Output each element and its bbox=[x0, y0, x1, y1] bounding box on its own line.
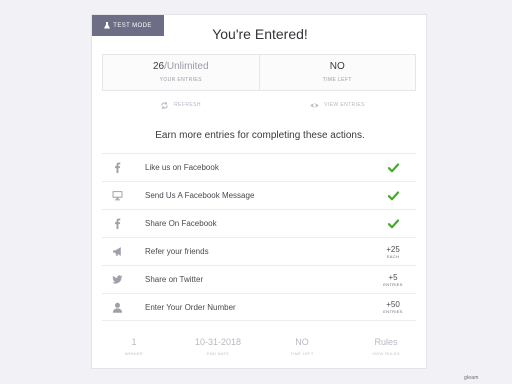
completed-check-icon bbox=[380, 190, 406, 201]
refresh-button[interactable]: REFRESH bbox=[102, 98, 259, 112]
earn-more-text: Earn more entries for completing these a… bbox=[155, 130, 365, 141]
entries-count: 26/Unlimited bbox=[152, 61, 209, 72]
time-left-value: NO bbox=[329, 61, 345, 72]
actions-bar: REFRESH VIEW ENTRIES bbox=[102, 98, 416, 112]
entry-label: Enter Your Order Number bbox=[145, 302, 236, 312]
megaphone-icon bbox=[110, 245, 124, 259]
footer-value: NO bbox=[295, 337, 309, 347]
your-entries-label: YOUR ENTRIES bbox=[159, 77, 202, 83]
user-icon bbox=[110, 300, 124, 314]
view-rules-link[interactable]: Rules VIEW RULES bbox=[344, 337, 428, 365]
twitter-icon bbox=[110, 273, 124, 287]
footer-value: 10-31-2018 bbox=[194, 337, 242, 347]
completed-check-icon bbox=[380, 218, 406, 229]
points-unit: ENTRIES bbox=[383, 309, 403, 314]
footer-label: TIME LEFT bbox=[290, 351, 314, 356]
footer-time-left: NO TIME LEFT bbox=[260, 337, 344, 365]
footer-label: END DATE bbox=[206, 351, 230, 356]
entry-points: +5 ENTRIES bbox=[380, 273, 406, 287]
entry-facebook-message[interactable]: Send Us A Facebook Message bbox=[102, 181, 416, 209]
winner-count: 1 WINNER bbox=[92, 337, 176, 365]
entry-label: Refer your friends bbox=[145, 247, 209, 256]
eye-icon bbox=[310, 103, 319, 107]
footer-label: WINNER bbox=[124, 351, 144, 356]
footer-value: Rules bbox=[374, 337, 398, 347]
points-unit: EACH bbox=[386, 253, 400, 259]
entry-refer-friends[interactable]: Refer your friends +25 EACH bbox=[102, 237, 416, 265]
footer-value: 1 bbox=[131, 337, 137, 347]
entry-methods-list: Like us on Facebook Send Us A Facebook M… bbox=[102, 153, 416, 321]
entry-label: Send Us A Facebook Message bbox=[145, 191, 255, 200]
view-entries-button[interactable]: VIEW ENTRIES bbox=[259, 98, 416, 112]
giveaway-card: TEST MODE You're Entered! 26/Unlimited Y… bbox=[91, 14, 427, 369]
monitor-icon bbox=[110, 189, 124, 203]
points-value: +50 bbox=[386, 300, 400, 309]
entry-share-twitter[interactable]: Share on Twitter +5 ENTRIES bbox=[102, 265, 416, 293]
facebook-icon bbox=[110, 161, 124, 175]
refresh-label: REFRESH bbox=[174, 102, 201, 108]
end-date: 10-31-2018 END DATE bbox=[176, 337, 260, 365]
stats-panel: 26/Unlimited YOUR ENTRIES NO TIME LEFT bbox=[102, 54, 416, 91]
completed-check-icon bbox=[380, 162, 406, 173]
time-left-label: TIME LEFT bbox=[322, 77, 352, 83]
points-unit: ENTRIES bbox=[383, 281, 403, 287]
entry-label: Like us on Facebook bbox=[145, 163, 219, 172]
brand-watermark: gleam bbox=[464, 375, 479, 381]
page-title: You're Entered! bbox=[212, 26, 308, 42]
entry-order-number[interactable]: Enter Your Order Number +50 ENTRIES bbox=[102, 293, 416, 321]
entry-points: +50 ENTRIES bbox=[380, 300, 406, 314]
entry-share-facebook[interactable]: Share On Facebook bbox=[102, 209, 416, 237]
facebook-icon bbox=[110, 217, 124, 231]
footer-label: VIEW RULES bbox=[372, 351, 400, 356]
entry-label: Share on Twitter bbox=[145, 275, 204, 284]
refresh-icon bbox=[161, 101, 168, 109]
points-value: +5 bbox=[388, 272, 398, 282]
points-value: +25 bbox=[386, 244, 400, 254]
entry-points: +25 EACH bbox=[380, 245, 406, 259]
view-entries-label: VIEW ENTRIES bbox=[324, 102, 365, 108]
your-entries-stat: 26/Unlimited YOUR ENTRIES bbox=[103, 55, 259, 90]
entry-label: Share On Facebook bbox=[145, 219, 217, 228]
entry-like-facebook[interactable]: Like us on Facebook bbox=[102, 153, 416, 181]
giveaway-footer: 1 WINNER 10-31-2018 END DATE NO TIME LEF… bbox=[92, 337, 428, 365]
time-left-stat: NO TIME LEFT bbox=[258, 55, 416, 90]
